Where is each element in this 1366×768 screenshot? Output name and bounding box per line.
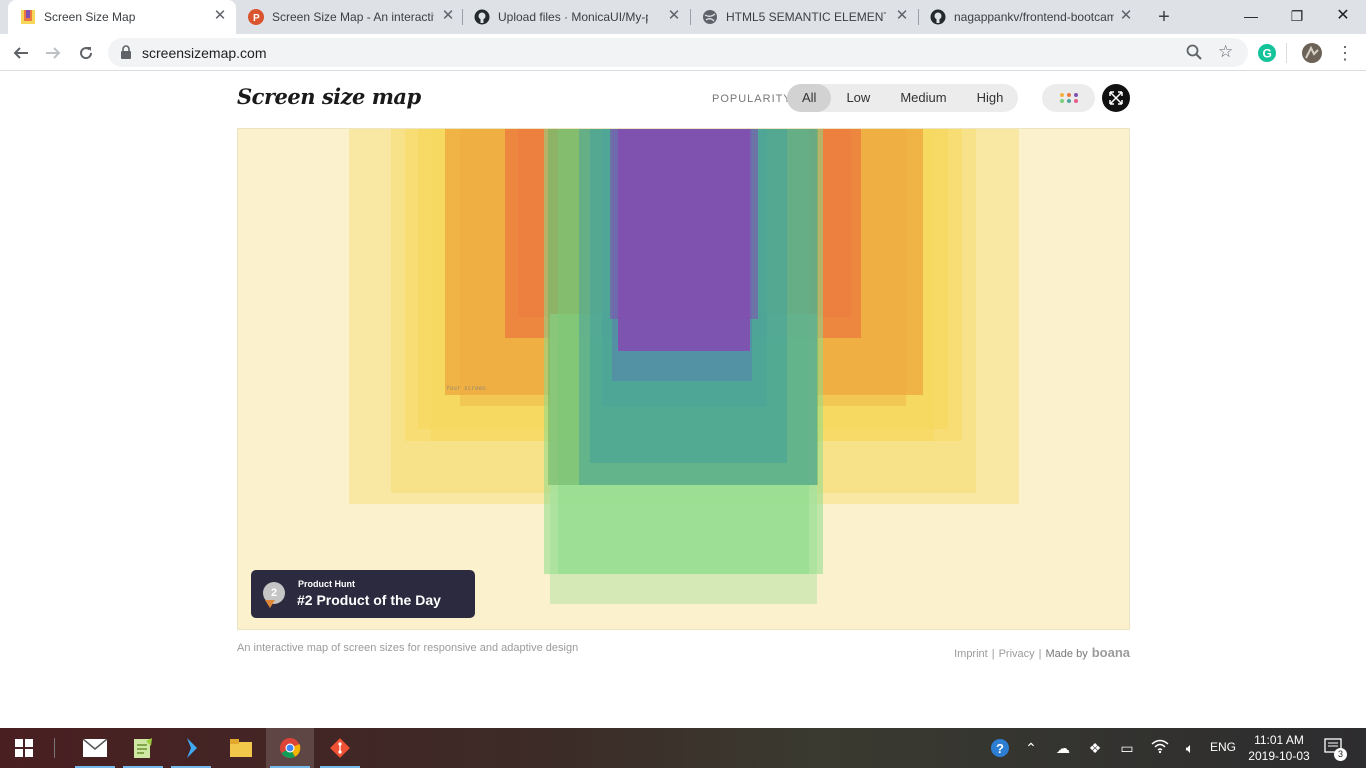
tab-screen-size-map-interactive[interactable]: P Screen Size Map - An interactive ✕ [236,0,462,34]
taskbar-divider [54,738,55,758]
taskbar-clock[interactable]: 11:01 AM 2019-10-03 [1244,732,1314,764]
close-tab-icon[interactable]: ✕ [1118,8,1134,24]
github-icon [930,9,946,25]
clock-time: 11:01 AM [1254,733,1304,747]
ribbon-icon [265,600,275,608]
color-palette-button[interactable] [1042,84,1095,112]
tab-title: Upload files · MonicaUI/My-pro [498,10,648,24]
battery-icon[interactable]: ▭ [1117,738,1137,758]
boana-link[interactable]: boana [1092,645,1130,660]
tab-html5-semantic[interactable]: HTML5 SEMANTIC ELEMENT ✕ [690,0,916,34]
fullscreen-icon[interactable] [1102,84,1130,112]
show-hidden-icons-icon[interactable]: ⌃ [1021,738,1041,758]
tab-strip: Screen Size Map ✕ P Screen Size Map - An… [0,0,1366,34]
filter-medium-button[interactable]: Medium [885,84,961,112]
volume-icon[interactable]: 🔈︎ [1180,738,1200,758]
product-hunt-icon: P [248,9,264,25]
badge-source: Product Hunt [298,579,355,589]
chrome-menu-icon[interactable]: ⋮ [1332,40,1358,66]
screen-size-rect[interactable] [610,129,758,319]
minimize-icon[interactable]: — [1228,0,1274,32]
imprint-link[interactable]: Imprint [954,648,988,660]
popularity-filter: All Low Medium High [787,84,1019,112]
screen-size-map-favicon-icon [20,9,36,25]
screen-size-map[interactable]: Your screen 2 Product Hunt #2 Product of… [237,128,1130,630]
footer-links: Imprint | Privacy | Made by boana [954,645,1130,660]
forward-icon[interactable] [40,40,66,66]
wifi-icon[interactable] [1150,738,1170,758]
new-tab-icon[interactable]: + [1151,4,1177,30]
footer-divider: | [1038,648,1042,660]
site-tagline: An interactive map of screen sizes for r… [237,642,579,654]
your-screen-label: Your screen [446,385,486,392]
globe-icon [702,9,718,25]
start-icon[interactable] [0,728,48,768]
footer-divider: | [991,648,995,660]
filter-all-button[interactable]: All [787,84,832,112]
made-by-label: Made by [1045,648,1088,660]
profile-avatar-icon[interactable] [1299,40,1325,66]
clock-date: 2019-10-03 [1248,749,1310,763]
svg-text:P: P [253,13,260,24]
browser-toolbar: screensizemap.com ☆ G ⋮ [0,34,1366,71]
tab-title: HTML5 SEMANTIC ELEMENT [726,10,886,24]
svg-text:G: G [1263,47,1272,61]
grammarly-icon[interactable]: G [1254,40,1280,66]
notepad-plus-icon[interactable] [119,728,167,768]
close-tab-icon[interactable]: ✕ [440,8,456,24]
svg-text:?: ? [996,741,1004,756]
popularity-label: POPULARITY [712,93,792,105]
toolbar-divider [1286,43,1287,63]
tab-title: Screen Size Map [44,10,136,24]
language-indicator[interactable]: ENG [1210,740,1236,754]
mail-icon[interactable] [71,728,119,768]
badge-title: #2 Product of the Day [297,592,441,608]
product-hunt-badge[interactable]: 2 Product Hunt #2 Product of the Day [251,570,475,618]
tab-title: Screen Size Map - An interactive [272,10,434,24]
bookmark-star-icon[interactable]: ☆ [1218,43,1233,61]
address-bar[interactable]: screensizemap.com ☆ [108,38,1248,67]
tab-frontend-bootcamp[interactable]: nagappankv/frontend-bootcamp ✕ [918,0,1144,34]
windows-taskbar: ? ⌃ ☁ ❖ ▭ 🔈︎ ENG 11:01 AM 2019-10-03 3 [0,728,1366,768]
vscode-icon[interactable] [167,728,215,768]
close-tab-icon[interactable]: ✕ [212,8,228,24]
chrome-icon[interactable] [266,728,314,768]
page-content: Screen size map POPULARITY All Low Mediu… [0,72,1366,728]
onedrive-icon[interactable]: ☁ [1053,738,1073,758]
back-icon[interactable] [8,40,34,66]
github-icon [474,9,490,25]
url-text: screensizemap.com [142,45,267,61]
dropbox-icon[interactable]: ❖ [1085,738,1105,758]
lock-icon[interactable] [120,45,132,64]
close-tab-icon[interactable]: ✕ [894,8,910,24]
close-tab-icon[interactable]: ✕ [666,8,682,24]
site-logo[interactable]: Screen size map [237,84,421,109]
file-explorer-icon[interactable] [217,728,265,768]
tab-screen-size-map[interactable]: Screen Size Map ✕ [8,0,236,34]
close-window-icon[interactable]: ✕ [1320,0,1366,32]
restore-icon[interactable]: ❐ [1274,0,1320,32]
filter-high-button[interactable]: High [962,84,1019,112]
help-icon[interactable]: ? [990,738,1010,758]
git-icon[interactable] [316,728,364,768]
zoom-icon[interactable] [1186,44,1202,65]
tab-title: nagappankv/frontend-bootcamp [954,10,1114,24]
filter-low-button[interactable]: Low [831,84,885,112]
reload-icon[interactable] [73,40,99,66]
privacy-link[interactable]: Privacy [999,648,1035,660]
notification-count-badge: 3 [1334,748,1347,761]
tab-upload-files[interactable]: Upload files · MonicaUI/My-pro ✕ [462,0,688,34]
